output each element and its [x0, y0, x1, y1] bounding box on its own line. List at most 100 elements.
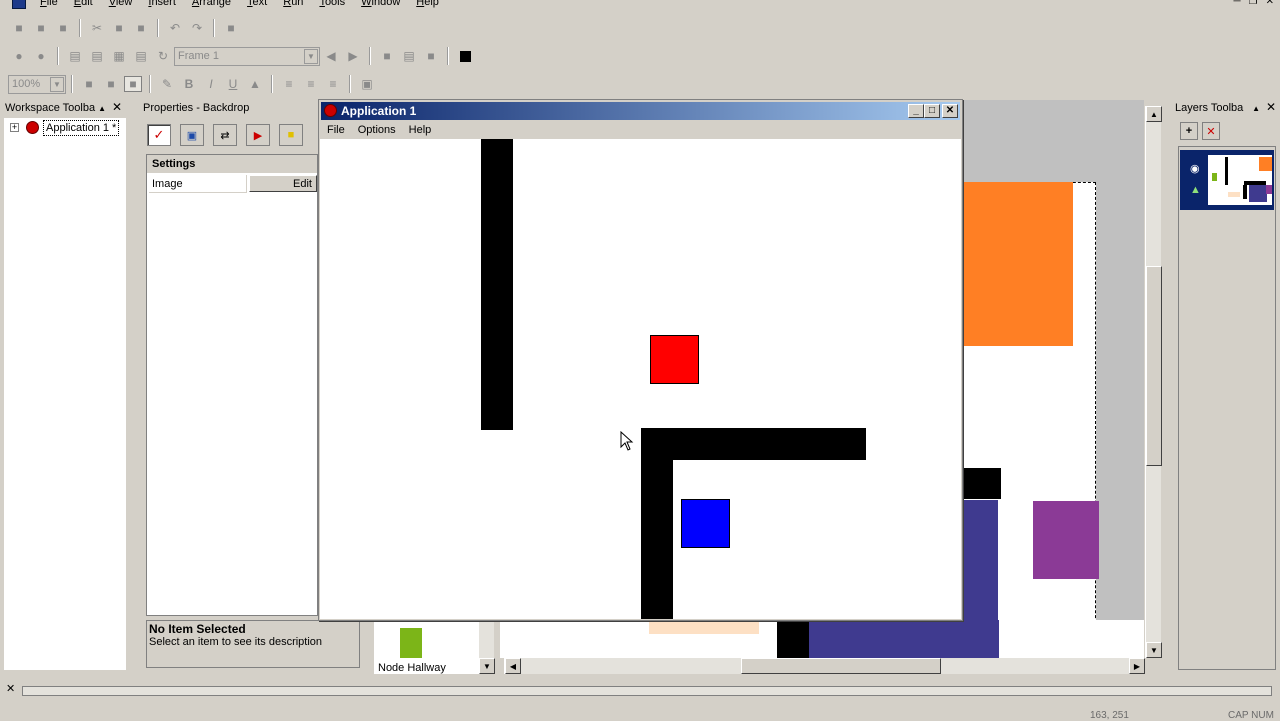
list-icon[interactable]: ▤: [66, 48, 84, 64]
redo-icon[interactable]: ↷: [188, 20, 206, 36]
tab-about[interactable]: ■: [279, 124, 303, 146]
menu-view[interactable]: View: [105, 0, 145, 10]
menu-file[interactable]: File: [36, 0, 70, 10]
comment-icon[interactable]: ■: [222, 20, 240, 36]
maximize-button[interactable]: □: [924, 104, 940, 118]
expand-icon[interactable]: +: [10, 123, 19, 132]
fit-icon[interactable]: ▣: [358, 76, 376, 92]
delete-layer-icon[interactable]: ✕: [1202, 122, 1220, 140]
red-square[interactable]: [650, 335, 699, 384]
frame-editor[interactable]: [962, 100, 1144, 658]
application-window[interactable]: Application 1 _ □ ✕ File Options Help: [318, 99, 963, 621]
close-button[interactable]: ✕: [942, 104, 958, 118]
vscroll-thumb[interactable]: [1146, 266, 1162, 466]
app-window-titlebar[interactable]: Application 1 _ □ ✕: [321, 102, 960, 120]
app-game-canvas[interactable]: [320, 139, 961, 619]
cut-icon[interactable]: ✂: [88, 20, 106, 36]
italic-button[interactable]: I: [202, 76, 220, 92]
scroll-up-icon[interactable]: ▲: [1146, 106, 1162, 122]
font-icon[interactable]: ✎: [158, 76, 176, 92]
zoom-select[interactable]: 100% ▼: [8, 74, 66, 94]
tab-settings[interactable]: ✓: [147, 124, 171, 146]
app-menu-options[interactable]: Options: [352, 124, 403, 136]
save-icon[interactable]: ■: [54, 20, 72, 36]
close-icon[interactable]: ✕: [1266, 100, 1276, 114]
frame-select[interactable]: Frame 1 ▼: [174, 46, 320, 66]
tree-item-application[interactable]: Application 1 *: [43, 120, 120, 136]
blue-square[interactable]: [681, 499, 730, 548]
paste-icon[interactable]: ■: [132, 20, 150, 36]
chevron-down-icon[interactable]: ▼: [304, 48, 318, 64]
scroll-down-icon[interactable]: ▼: [479, 658, 495, 674]
black-wall-block[interactable]: [962, 468, 1001, 499]
frame-canvas-bottom[interactable]: [500, 620, 1144, 658]
menu-help[interactable]: Help: [412, 0, 451, 10]
hscroll-thumb[interactable]: [741, 658, 941, 674]
underline-button[interactable]: U: [224, 76, 242, 92]
record-icon[interactable]: ●: [10, 48, 28, 64]
close-icon[interactable]: ✕: [6, 682, 15, 695]
add-layer-icon[interactable]: +: [1180, 122, 1198, 140]
menu-run[interactable]: Run: [279, 0, 315, 10]
visibility-eye-icon[interactable]: ◉: [1190, 162, 1200, 175]
peach-block[interactable]: [649, 620, 759, 634]
menu-window[interactable]: Window: [357, 0, 412, 10]
open-icon[interactable]: ■: [32, 20, 50, 36]
chevron-down-icon[interactable]: ▼: [50, 76, 64, 92]
app-menu-file[interactable]: File: [321, 124, 352, 136]
align-left-icon[interactable]: ≡: [280, 76, 298, 92]
property-edit-button[interactable]: Edit: [249, 175, 317, 192]
scroll-left-icon[interactable]: ◀: [505, 658, 521, 674]
play-icon[interactable]: ●: [32, 48, 50, 64]
list-icon[interactable]: ▤: [88, 48, 106, 64]
navy-block-bottom[interactable]: [809, 620, 999, 658]
menu-tools[interactable]: Tools: [315, 0, 357, 10]
fill-active-icon[interactable]: ■: [124, 76, 142, 92]
menu-text[interactable]: Text: [243, 0, 279, 10]
copy-icon[interactable]: ■: [110, 20, 128, 36]
menu-insert[interactable]: Insert: [144, 0, 188, 10]
mdi-minimize-icon[interactable]: ─: [1234, 0, 1241, 7]
purple-block[interactable]: [1033, 501, 1099, 579]
fill-icon[interactable]: ■: [102, 76, 120, 92]
tab-transitions[interactable]: ⇄: [213, 124, 237, 146]
fill-icon[interactable]: ■: [80, 76, 98, 92]
align-center-icon[interactable]: ≡: [302, 76, 320, 92]
lock-icon[interactable]: ▲: [1190, 184, 1201, 196]
grid-icon[interactable]: ▦: [110, 48, 128, 64]
orange-block[interactable]: [962, 182, 1073, 346]
app-menu-help[interactable]: Help: [403, 124, 439, 136]
close-icon[interactable]: ✕: [112, 100, 122, 114]
menu-arrange[interactable]: Arrange: [188, 0, 243, 10]
menu-edit[interactable]: Edit: [70, 0, 105, 10]
layer-row[interactable]: ◉ ▲: [1180, 150, 1274, 210]
black-block[interactable]: [777, 620, 809, 658]
bold-button[interactable]: B: [180, 76, 198, 92]
undo-icon[interactable]: ↶: [166, 20, 184, 36]
text-color-icon[interactable]: ▲: [246, 76, 264, 92]
library-item-label[interactable]: Node Hallway: [378, 662, 446, 674]
frame-vscrollbar[interactable]: ▲ ▼: [1145, 106, 1162, 658]
list-icon[interactable]: ▤: [132, 48, 150, 64]
mdi-restore-icon[interactable]: ❐: [1249, 0, 1258, 7]
frame-list-icon[interactable]: ▤: [400, 48, 418, 64]
library-scrollbar[interactable]: ▼: [478, 622, 495, 674]
mdi-close-icon[interactable]: ✕: [1266, 0, 1274, 7]
scroll-right-icon[interactable]: ▶: [1129, 658, 1145, 674]
tab-display[interactable]: ▣: [180, 124, 204, 146]
align-right-icon[interactable]: ≡: [324, 76, 342, 92]
frame-hscrollbar[interactable]: ◀ ▶: [504, 658, 1145, 674]
tab-events[interactable]: ▶: [246, 124, 270, 146]
minimize-button[interactable]: _: [908, 104, 924, 118]
next-frame-icon[interactable]: ▶: [344, 48, 362, 64]
prev-frame-icon[interactable]: ◀: [322, 48, 340, 64]
scroll-down-icon[interactable]: ▼: [1146, 642, 1162, 658]
rotate-icon[interactable]: ↻: [154, 48, 172, 64]
pin-icon[interactable]: ▲: [1252, 104, 1260, 113]
frame-delete-icon[interactable]: ■: [422, 48, 440, 64]
new-icon[interactable]: ■: [10, 20, 28, 36]
color-swatch-icon[interactable]: [456, 48, 474, 64]
library-item-thumbnail[interactable]: [400, 628, 422, 658]
pin-icon[interactable]: ▲: [98, 104, 106, 113]
frame-icon[interactable]: ■: [378, 48, 396, 64]
